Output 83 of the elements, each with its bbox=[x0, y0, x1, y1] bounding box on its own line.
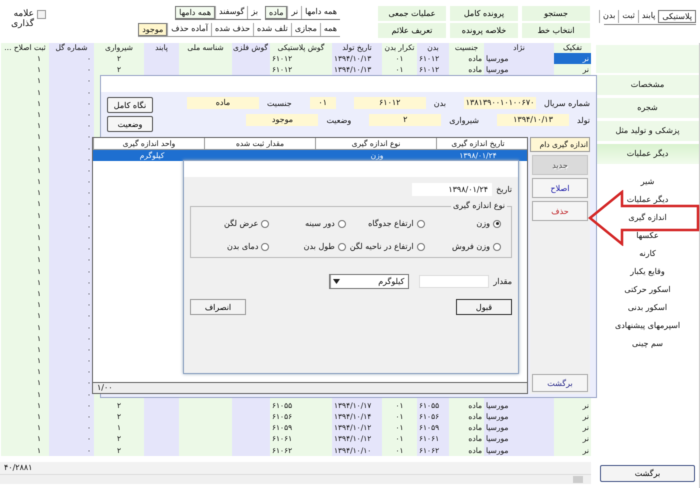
radio-option[interactable]: دور سینه bbox=[273, 219, 350, 228]
status-tab[interactable]: حذف شده bbox=[210, 23, 254, 36]
amount-label: مقدار bbox=[493, 277, 512, 286]
sidebar-section[interactable]: شجره bbox=[596, 98, 699, 118]
sidebar-item[interactable]: شیر bbox=[596, 173, 699, 191]
field-label: جنسیت bbox=[266, 98, 292, 108]
info-field: ۱۳۸۱۳۹۰۰۱۰۱۰۰۶۷۰ bbox=[464, 97, 536, 109]
field-label: شیرواری bbox=[448, 116, 479, 124]
field-label: وضعیت bbox=[325, 116, 352, 124]
info-field: ۰۱ bbox=[310, 97, 336, 109]
sidebar-item[interactable]: اسکور حرکتی bbox=[596, 281, 699, 299]
date-field[interactable]: ۱۳۹۸/۰۱/۲۴ bbox=[412, 183, 492, 196]
ok-button[interactable]: قبول bbox=[456, 299, 512, 315]
info-field: ۶۱۰۱۲ bbox=[354, 97, 426, 109]
action-button[interactable]: پرونده کامل bbox=[450, 6, 518, 21]
filter-tab[interactable]: همه دامها bbox=[301, 6, 340, 19]
radio-icon[interactable] bbox=[416, 220, 425, 228]
action-button[interactable]: تعریف علائم bbox=[378, 23, 446, 38]
radio-icon[interactable] bbox=[338, 242, 346, 250]
cancel-button[interactable]: انصراف bbox=[190, 299, 246, 315]
view-tab[interactable]: پلاستیکی bbox=[658, 10, 696, 23]
view-tab[interactable]: ثبت bbox=[618, 10, 638, 23]
radio-icon[interactable] bbox=[261, 220, 270, 228]
status-tab[interactable]: تلف شده bbox=[253, 23, 291, 36]
mark-label: علامه گذاری bbox=[10, 10, 34, 30]
radio-option[interactable]: وزن فروش bbox=[428, 242, 505, 251]
status-tab[interactable]: مجازی bbox=[290, 23, 320, 36]
status-tab[interactable]: آماده حذف bbox=[167, 23, 211, 36]
sidebar-item[interactable]: عکسها bbox=[596, 227, 699, 245]
record-count: ۴۰/۲۸۸۱ bbox=[4, 462, 32, 474]
radio-option[interactable]: عرض لگن bbox=[197, 219, 274, 228]
sidebar-section[interactable]: دیگر عملیات bbox=[596, 144, 699, 164]
radio-icon[interactable] bbox=[493, 242, 501, 250]
sidebar-item[interactable]: دیگر عملیات bbox=[596, 191, 699, 209]
radio-icon[interactable] bbox=[338, 220, 346, 228]
radio-option[interactable]: ارتفاع در ناحیه لگن bbox=[350, 242, 429, 251]
field-label: شماره سریال bbox=[543, 98, 590, 108]
action-button[interactable]: انتخاب خط bbox=[522, 23, 590, 38]
horizontal-scrollbar[interactable] bbox=[0, 474, 591, 484]
unit-dropdown[interactable]: کیلوگرم bbox=[329, 274, 410, 289]
radio-icon[interactable] bbox=[416, 242, 425, 250]
amount-field[interactable] bbox=[419, 275, 490, 288]
date-label: تاریخ bbox=[496, 185, 512, 194]
filter-tab[interactable]: بز bbox=[247, 6, 261, 19]
filter-tab[interactable]: همه دامها bbox=[175, 6, 216, 19]
record-button[interactable]: اصلاح bbox=[532, 178, 588, 198]
action-button[interactable]: عملیات جمعی bbox=[378, 6, 446, 21]
field-label: تولد bbox=[576, 116, 590, 124]
sidebar-item[interactable]: اسکور بدنی bbox=[596, 299, 699, 317]
filter-tab[interactable]: ماده bbox=[265, 6, 288, 19]
sidebar-item[interactable]: اندازه گیری bbox=[596, 209, 699, 227]
sidebar-section[interactable]: مشخصات bbox=[596, 75, 699, 95]
back-button[interactable]: برگشت bbox=[532, 374, 588, 392]
sidebar-item[interactable]: سم چینی bbox=[596, 335, 699, 353]
sidebar-section[interactable]: پزشکی و تولید مثل bbox=[596, 121, 699, 141]
caret-icon bbox=[332, 279, 340, 284]
view-tab[interactable]: بدن bbox=[599, 10, 618, 23]
info-field: ۲ bbox=[369, 114, 442, 126]
info-field: ماده bbox=[186, 97, 259, 109]
radio-option[interactable]: وزن bbox=[428, 219, 505, 228]
radio-icon[interactable] bbox=[261, 242, 270, 250]
record-button[interactable]: حذف bbox=[532, 201, 588, 221]
radio-option[interactable]: دمای بدن bbox=[197, 242, 274, 251]
status-tab[interactable]: موجود bbox=[138, 23, 168, 36]
view-tab[interactable]: پابند bbox=[638, 10, 658, 23]
action-button[interactable]: خلاصه پرونده bbox=[450, 23, 518, 38]
field-label: بدن bbox=[432, 98, 446, 108]
record-counter: ۱/۰۰ bbox=[97, 383, 113, 393]
checkbox[interactable] bbox=[37, 10, 46, 19]
info-field: موجود bbox=[246, 114, 318, 126]
info-field: ۱۳۹۴/۱۰/۱۳ bbox=[497, 114, 569, 126]
radio-option[interactable]: طول بدن bbox=[273, 242, 350, 251]
group-label: نوع اندازه گیری bbox=[450, 201, 507, 210]
dialog-button[interactable]: نگاه کامل bbox=[107, 97, 153, 113]
sidebar-item[interactable]: کارنه bbox=[596, 245, 699, 263]
dialog-button[interactable]: وضعیت bbox=[107, 116, 153, 132]
radio-option[interactable]: ارتفاع جدوگاه bbox=[350, 219, 429, 228]
radio-icon[interactable] bbox=[493, 220, 501, 228]
status-tab[interactable]: همه bbox=[320, 23, 340, 36]
action-button[interactable]: جستجو bbox=[522, 6, 590, 21]
back-button[interactable]: برگشت bbox=[600, 465, 695, 482]
sidebar-item[interactable]: اسپرمهای پیشنهادی bbox=[596, 317, 699, 335]
sidebar-item[interactable]: وقایع یکبار bbox=[596, 263, 699, 281]
